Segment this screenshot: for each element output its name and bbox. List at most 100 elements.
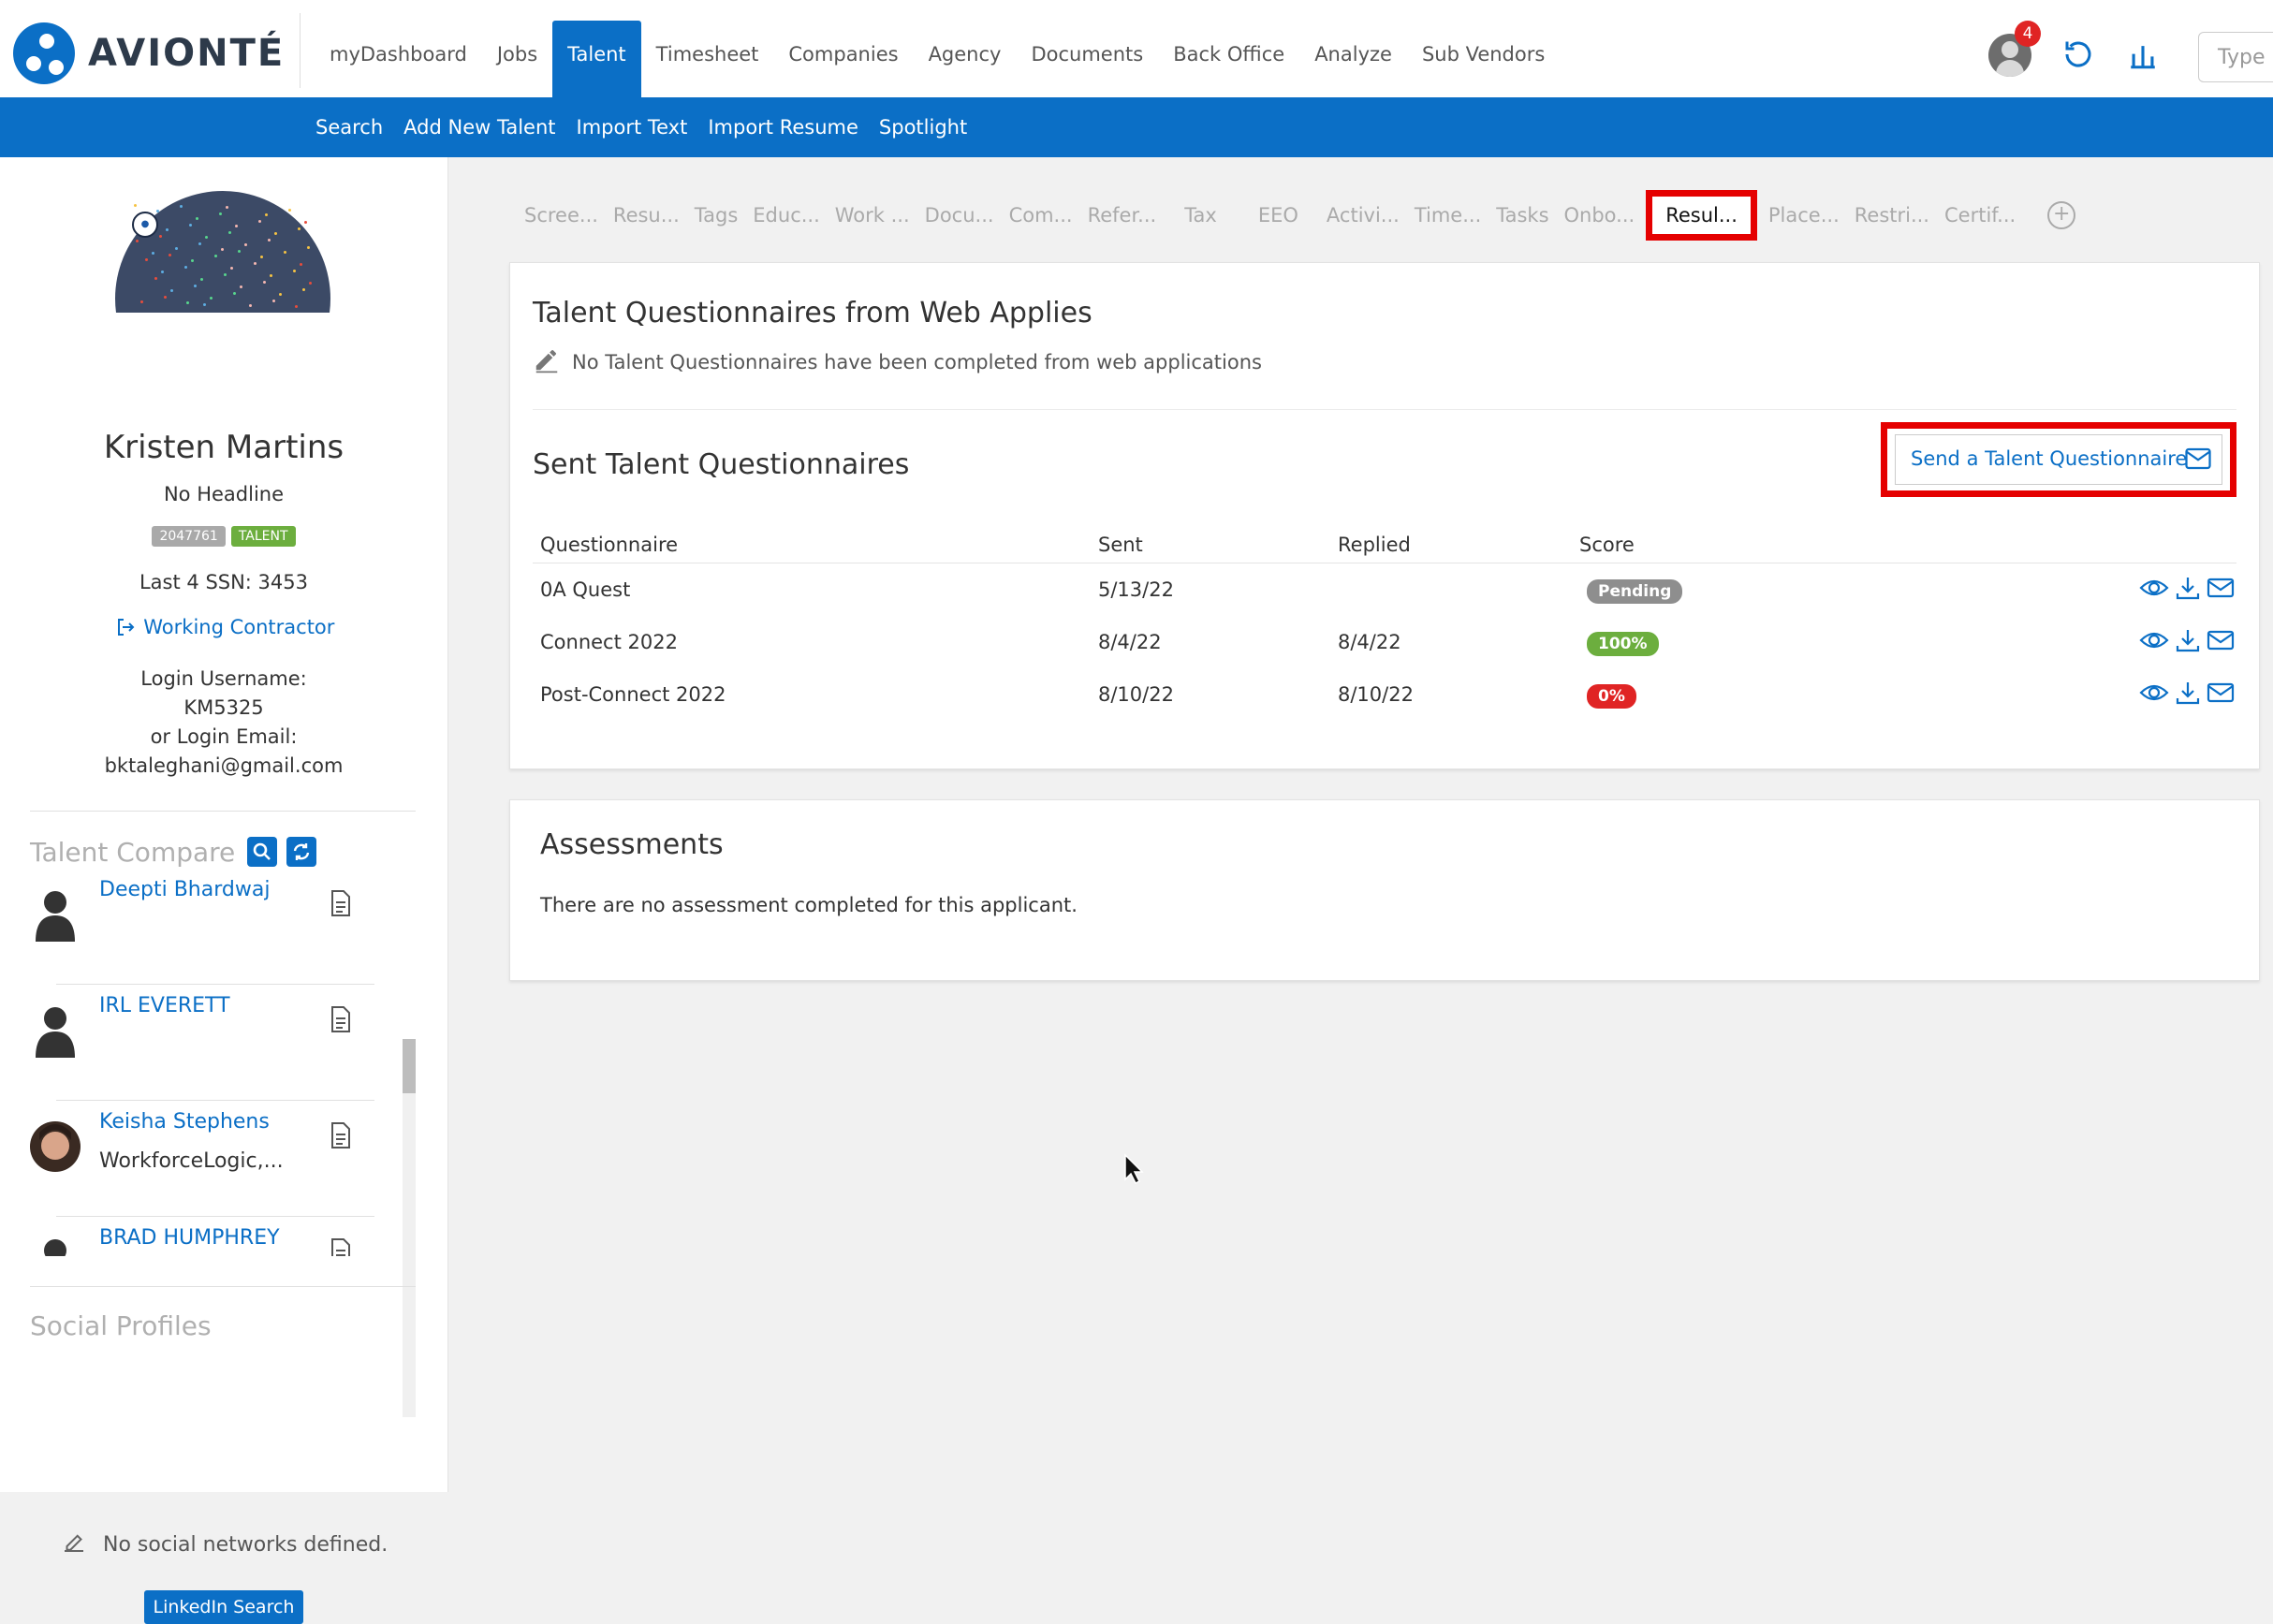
nav-item-jobs[interactable]: Jobs: [482, 21, 552, 97]
column-header[interactable]: Sent: [1098, 527, 1143, 563]
compare-refresh-button[interactable]: [286, 837, 316, 867]
refresh-icon[interactable]: [2061, 37, 2095, 71]
talent-compare-list[interactable]: Deepti Bhardwaj IRL EVERETT Keisha Stephen…: [30, 878, 404, 1256]
column-header[interactable]: Score: [1579, 527, 1635, 563]
photo-speck: [284, 251, 286, 254]
view-eye-icon[interactable]: [2139, 627, 2169, 653]
photo-speck: [210, 297, 213, 300]
photo-speck: [175, 247, 178, 250]
nav-item-timesheet[interactable]: Timesheet: [641, 21, 774, 97]
questionnaire-name: 0A Quest: [540, 578, 631, 601]
compare-talent-name[interactable]: IRL EVERETT: [99, 994, 230, 1017]
nav-item-sub-vendors[interactable]: Sub Vendors: [1407, 21, 1560, 97]
tab-15[interactable]: Resul...: [1646, 190, 1757, 241]
tab-9[interactable]: Tax: [1164, 204, 1238, 227]
global-search-input[interactable]: Type: [2198, 32, 2273, 82]
compare-talent-name[interactable]: BRAD HUMPHREY: [99, 1226, 280, 1250]
score-badge: Pending: [1587, 579, 1683, 604]
email-icon[interactable]: [2207, 680, 2235, 706]
refresh-icon: [293, 843, 310, 860]
tab-3[interactable]: Tags: [687, 204, 746, 227]
tab-2[interactable]: Resu...: [606, 204, 687, 227]
divider: [300, 13, 301, 88]
tab-10[interactable]: EEO: [1238, 204, 1319, 227]
edit-pencil-icon[interactable]: [60, 1528, 88, 1556]
column-header[interactable]: Questionnaire: [540, 527, 678, 563]
document-icon[interactable]: [330, 889, 352, 917]
add-tab-plus-icon[interactable]: +: [2047, 201, 2076, 229]
compare-list-item[interactable]: Deepti Bhardwaj: [30, 878, 404, 994]
nav-item-analyze[interactable]: Analyze: [1299, 21, 1407, 97]
linkedin-search-button[interactable]: LinkedIn Search: [144, 1590, 303, 1624]
document-icon[interactable]: [330, 1237, 352, 1256]
nav-item-mydashboard[interactable]: myDashboard: [315, 21, 482, 97]
tab-6[interactable]: Docu...: [917, 204, 1002, 227]
compare-list-item[interactable]: BRAD HUMPHREY: [30, 1226, 404, 1256]
table-body: 0A Quest 5/13/22 Pending Connect 2022 8/4/22…: [533, 563, 2236, 721]
download-icon[interactable]: [2175, 575, 2201, 601]
photo-speck: [214, 255, 217, 257]
questionnaire-name: Connect 2022: [540, 631, 678, 653]
notification-badge[interactable]: 4: [2015, 21, 2041, 47]
row-actions: [2139, 627, 2235, 653]
nav-item-companies[interactable]: Companies: [773, 21, 913, 97]
download-icon[interactable]: [2175, 627, 2201, 653]
compare-list-item[interactable]: IRL EVERETT: [30, 994, 404, 1110]
sent-date: 5/13/22: [1098, 578, 1174, 601]
profile-photo[interactable]: ●: [115, 191, 330, 313]
document-icon[interactable]: [330, 1005, 352, 1033]
scrollbar-thumb[interactable]: [403, 1039, 416, 1093]
compare-search-button[interactable]: [247, 837, 277, 867]
tab-8[interactable]: Refer...: [1080, 204, 1165, 227]
subnav-item-add-new-talent[interactable]: Add New Talent: [393, 97, 565, 157]
document-icon[interactable]: [330, 1121, 352, 1149]
photo-speck: [309, 282, 312, 285]
tab-4[interactable]: Educ...: [745, 204, 827, 227]
tab-1[interactable]: Scree...: [517, 204, 606, 227]
tab-13[interactable]: Tasks: [1488, 204, 1556, 227]
email-icon[interactable]: [2207, 575, 2235, 601]
subnav-item-import-text[interactable]: Import Text: [566, 97, 698, 157]
top-navigation-bar: AVIONTÉ myDashboard Jobs Talent Timesheet Co…: [0, 0, 2273, 97]
tab-14[interactable]: Onbo...: [1557, 204, 1643, 227]
photo-speck: [152, 252, 154, 255]
score-badge: 0%: [1587, 684, 1636, 709]
view-eye-icon[interactable]: [2139, 680, 2169, 706]
nav-item-talent[interactable]: Talent: [552, 21, 641, 97]
nav-item-documents[interactable]: Documents: [1016, 21, 1158, 97]
photo-speck: [258, 220, 261, 223]
tab-17[interactable]: Restri...: [1847, 204, 1937, 227]
nav-item-agency[interactable]: Agency: [914, 21, 1017, 97]
download-icon[interactable]: [2175, 680, 2201, 706]
tab-11[interactable]: Activi...: [1319, 204, 1407, 227]
column-header[interactable]: Replied: [1338, 527, 1411, 563]
view-eye-icon[interactable]: [2139, 575, 2169, 601]
tab-16[interactable]: Place...: [1761, 204, 1847, 227]
photo-speck: [300, 263, 302, 266]
row-actions: [2139, 680, 2235, 706]
subnav-item-search[interactable]: Search: [305, 97, 393, 157]
tab-18[interactable]: Certif...: [1937, 204, 2023, 227]
photo-speck: [203, 303, 206, 306]
email-icon[interactable]: [2207, 627, 2235, 653]
subnav-item-spotlight[interactable]: Spotlight: [869, 97, 977, 157]
talent-subnav: Search Add New Talent Import Text Import Re…: [0, 97, 2273, 157]
tab-12[interactable]: Time...: [1407, 204, 1488, 227]
tab-7[interactable]: Com...: [1002, 204, 1080, 227]
compare-list-item[interactable]: Keisha Stephens WorkforceLogic,...: [30, 1110, 404, 1226]
search-icon: [253, 842, 271, 860]
questionnaires-table: Questionnaire Sent Replied Score 0A Quest 5/…: [533, 527, 2236, 721]
compare-talent-name[interactable]: Deepti Bhardwaj: [99, 878, 270, 901]
employment-status-link[interactable]: Working Contractor: [0, 616, 447, 638]
envelope-icon: [2185, 447, 2211, 470]
profile-photo-image: [115, 191, 330, 313]
compare-list-scrollbar[interactable]: [403, 1039, 416, 1417]
analytics-chart-icon[interactable]: [2127, 39, 2159, 71]
compare-talent-name[interactable]: Keisha Stephens: [99, 1110, 270, 1134]
nav-item-back-office[interactable]: Back Office: [1158, 21, 1299, 97]
tab-5[interactable]: Work ...: [828, 204, 917, 227]
send-questionnaire-button[interactable]: Send a Talent Questionnaire: [1895, 434, 2222, 485]
subnav-item-import-resume[interactable]: Import Resume: [697, 97, 869, 157]
photo-speck: [205, 236, 208, 239]
brand-logo[interactable]: AVIONTÉ: [13, 21, 285, 86]
